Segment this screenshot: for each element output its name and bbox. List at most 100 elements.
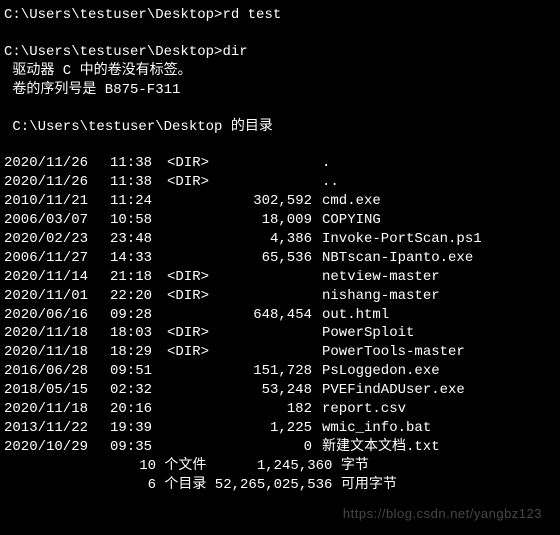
- listing-row: 2016/06/28 09:51 151,728PsLoggedon.exe: [4, 362, 556, 381]
- col-date: 2020/11/14: [4, 268, 92, 287]
- col-time: 11:38: [110, 154, 160, 173]
- col-name: netview-master: [312, 268, 440, 287]
- col-name: 新建文本文档.txt: [312, 438, 440, 457]
- col-size: 302,592: [216, 192, 312, 211]
- listing-row: 2020/11/1820:16182report.csv: [4, 400, 556, 419]
- directory-of-line: C:\Users\testuser\Desktop 的目录: [4, 118, 556, 137]
- col-dir: [160, 211, 216, 230]
- col-size: 182: [216, 400, 312, 419]
- col-time: 18:29: [110, 343, 160, 362]
- col-time: 02:32: [110, 381, 160, 400]
- col-sep: [92, 287, 110, 306]
- col-name: report.csv: [312, 400, 406, 419]
- blank-line: [4, 100, 556, 118]
- col-time: 20:16: [110, 400, 160, 419]
- col-time: 23:48: [110, 230, 160, 249]
- col-date: 2020/11/18: [4, 324, 92, 343]
- col-size: 65,536: [216, 249, 312, 268]
- col-name: PowerTools-master: [312, 343, 465, 362]
- col-size: [216, 287, 312, 306]
- col-dir: <DIR>: [160, 268, 216, 287]
- col-time: 14:33: [110, 249, 160, 268]
- listing-row: 2006/11/2714:3365,536NBTscan-Ipanto.exe: [4, 249, 556, 268]
- blank-line: [4, 25, 556, 43]
- col-date: 2020/11/01: [4, 287, 92, 306]
- col-size: [216, 343, 312, 362]
- col-dir: [160, 438, 216, 457]
- col-name: cmd.exe: [312, 192, 381, 211]
- col-date: 2016/06/28: [4, 362, 92, 381]
- col-name: PowerSploit: [312, 324, 414, 343]
- col-time: 09:35: [110, 438, 160, 457]
- col-sep: [92, 400, 110, 419]
- serial-line: 卷的序列号是 B875-F311: [4, 81, 556, 100]
- col-sep: [92, 362, 110, 381]
- listing-row: 2020/11/18 18:03<DIR> PowerSploit: [4, 324, 556, 343]
- col-date: 2020/02/23: [4, 230, 92, 249]
- col-time: 11:38: [110, 173, 160, 192]
- col-date: 2020/06/16: [4, 306, 92, 325]
- col-size: 4,386: [216, 230, 312, 249]
- volume-line: 驱动器 C 中的卷没有标签。: [4, 62, 556, 81]
- col-sep: [92, 343, 110, 362]
- col-dir: <DIR>: [160, 287, 216, 306]
- col-sep: [92, 192, 110, 211]
- col-dir: [160, 192, 216, 211]
- col-name: COPYING: [312, 211, 381, 230]
- col-dir: [160, 419, 216, 438]
- col-date: 2018/05/15: [4, 381, 92, 400]
- col-sep: [92, 173, 110, 192]
- col-sep: [92, 324, 110, 343]
- listing-row: 2020/06/1609:28648,454out.html: [4, 306, 556, 325]
- col-dir: <DIR>: [160, 324, 216, 343]
- col-date: 2010/11/21: [4, 192, 92, 211]
- col-name: wmic_info.bat: [312, 419, 431, 438]
- col-sep: [92, 419, 110, 438]
- col-date: 2020/11/26: [4, 173, 92, 192]
- listing-row: 2020/11/1818:29<DIR>PowerTools-master: [4, 343, 556, 362]
- watermark: https://blog.csdn.net/yangbz123: [343, 505, 542, 523]
- col-size: [216, 324, 312, 343]
- col-dir: [160, 230, 216, 249]
- col-dir: [160, 381, 216, 400]
- listing-row: 2020/10/2909:350新建文本文档.txt: [4, 438, 556, 457]
- listing-row: 2020/11/2611:38<DIR>..: [4, 173, 556, 192]
- col-name: PVEFindADUser.exe: [312, 381, 465, 400]
- col-name: PsLoggedon.exe: [312, 362, 440, 381]
- col-sep: [92, 381, 110, 400]
- col-dir: <DIR>: [160, 154, 216, 173]
- listing-row: 2006/03/0710:5818,009COPYING: [4, 211, 556, 230]
- col-size: 0: [216, 438, 312, 457]
- listing-row: 2013/11/2219:391,225wmic_info.bat: [4, 419, 556, 438]
- col-size: [216, 268, 312, 287]
- col-time: 19:39: [110, 419, 160, 438]
- col-time: 18:03: [110, 324, 160, 343]
- col-size: 151,728: [216, 362, 312, 381]
- col-time: 22:20: [110, 287, 160, 306]
- col-dir: [160, 249, 216, 268]
- summary-files: 10 个文件 1,245,360 字节: [4, 457, 556, 476]
- col-name: out.html: [312, 306, 389, 325]
- col-size: [216, 154, 312, 173]
- col-time: 11:24: [110, 192, 160, 211]
- col-size: 53,248: [216, 381, 312, 400]
- col-size: 648,454: [216, 306, 312, 325]
- prompt-line-2: C:\Users\testuser\Desktop>dir: [4, 43, 556, 62]
- col-date: 2006/11/27: [4, 249, 92, 268]
- col-time: 09:51: [110, 362, 160, 381]
- directory-listing: 2020/11/2611:38<DIR>.2020/11/2611:38<DIR…: [4, 154, 556, 456]
- command-2: dir: [222, 44, 247, 60]
- prompt-path-1: C:\Users\testuser\Desktop>: [4, 7, 222, 23]
- col-name: ..: [312, 173, 339, 192]
- col-size: 1,225: [216, 419, 312, 438]
- col-time: 10:58: [110, 211, 160, 230]
- listing-row: 2020/02/2323:484,386Invoke-PortScan.ps1: [4, 230, 556, 249]
- listing-row: 2020/11/0122:20<DIR>nishang-master: [4, 287, 556, 306]
- listing-row: 2018/05/15 02:32 53,248PVEFindADUser.exe: [4, 381, 556, 400]
- col-date: 2020/11/26: [4, 154, 92, 173]
- col-size: [216, 173, 312, 192]
- col-date: 2020/11/18: [4, 343, 92, 362]
- col-sep: [92, 306, 110, 325]
- command-1: rd test: [222, 7, 281, 23]
- col-date: 2006/03/07: [4, 211, 92, 230]
